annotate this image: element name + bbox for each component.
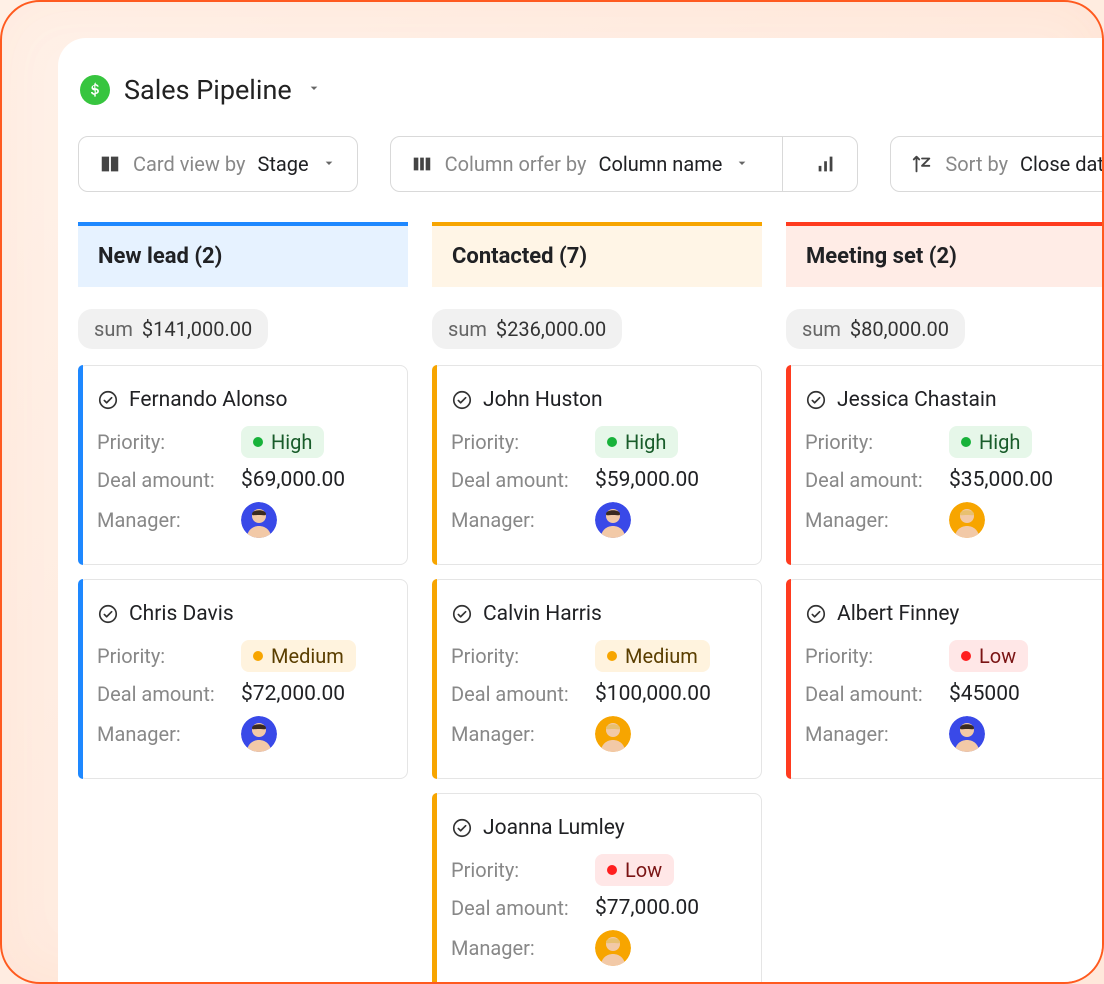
order-value: Column name [598, 152, 722, 176]
deal-amount: $69,000.00 [241, 468, 345, 492]
priority-badge: High [949, 426, 1032, 458]
card-title: Joanna Lumley [483, 816, 625, 840]
sum-pill: sum $236,000.00 [432, 309, 622, 349]
field-label-manager: Manager: [97, 508, 233, 532]
field-label-priority: Priority: [97, 430, 233, 454]
card-title: Calvin Harris [483, 602, 602, 626]
field-label-priority: Priority: [97, 644, 233, 668]
chevron-down-icon[interactable] [306, 80, 322, 100]
priority-badge: Medium [241, 640, 356, 672]
card-title: Fernando Alonso [129, 388, 287, 412]
check-circle-icon [451, 603, 473, 625]
field-label-amount: Deal amount: [805, 682, 941, 706]
app-window: Sales Pipeline Card view by Stage Column… [58, 38, 1104, 984]
card-title: Jessica Chastain [837, 388, 997, 412]
priority-badge: Low [949, 640, 1028, 672]
field-label-manager: Manager: [451, 936, 587, 960]
kanban-column: Contacted (7) sum $236,000.00 John Huston… [432, 222, 762, 984]
avatar [949, 716, 985, 752]
columns-icon [411, 153, 433, 175]
deal-amount: $35,000.00 [949, 468, 1053, 492]
field-label-manager: Manager: [97, 722, 233, 746]
field-label-priority: Priority: [451, 430, 587, 454]
priority-badge: Low [595, 854, 674, 886]
priority-badge: Medium [595, 640, 710, 672]
check-circle-icon [451, 817, 473, 839]
field-label-amount: Deal amount: [97, 468, 233, 492]
deal-card[interactable]: Chris Davis Priority: Medium Deal amount… [78, 579, 408, 779]
field-label-amount: Deal amount: [451, 896, 587, 920]
deal-amount: $77,000.00 [595, 896, 699, 920]
order-label: Column orfer by [445, 152, 587, 176]
chevron-down-icon [734, 152, 750, 176]
check-circle-icon [805, 603, 827, 625]
field-label-priority: Priority: [805, 430, 941, 454]
avatar [949, 502, 985, 538]
priority-badge: High [595, 426, 678, 458]
divider [782, 137, 783, 191]
check-circle-icon [451, 389, 473, 411]
field-label-amount: Deal amount: [451, 468, 587, 492]
field-label-priority: Priority: [805, 644, 941, 668]
deal-card[interactable]: Albert Finney Priority: Low Deal amount:… [786, 579, 1104, 779]
deal-card[interactable]: Fernando Alonso Priority: High Deal amou… [78, 365, 408, 565]
field-label-manager: Manager: [451, 722, 587, 746]
card-title: Chris Davis [129, 602, 234, 626]
card-title: John Huston [483, 388, 603, 412]
sum-pill: sum $141,000.00 [78, 309, 268, 349]
card-title: Albert Finney [837, 602, 959, 626]
deal-amount: $72,000.00 [241, 682, 345, 706]
field-label-manager: Manager: [805, 722, 941, 746]
card-view-icon [99, 153, 121, 175]
sort-value: Close date [1020, 152, 1104, 176]
column-header[interactable]: New lead (2) [78, 222, 408, 287]
check-circle-icon [97, 603, 119, 625]
view-value: Stage [257, 152, 308, 176]
column-header[interactable]: Contacted (7) [432, 222, 762, 287]
avatar [595, 716, 631, 752]
sort-az-icon [911, 153, 933, 175]
order-selector[interactable]: Column orfer by Column name [390, 136, 859, 192]
view-label: Card view by [133, 152, 245, 176]
deal-card[interactable]: John Huston Priority: High Deal amount: … [432, 365, 762, 565]
avatar [241, 716, 277, 752]
priority-badge: High [241, 426, 324, 458]
kanban-column: Meeting set (2) sum $80,000.00 Jessica Ch… [786, 222, 1104, 984]
avatar [595, 502, 631, 538]
deal-amount: $45000 [949, 682, 1020, 706]
field-label-priority: Priority: [451, 644, 587, 668]
bar-chart-icon [815, 153, 837, 175]
controls-row: Card view by Stage Column orfer by Colum… [78, 136, 1104, 192]
chart-button[interactable] [795, 139, 857, 189]
field-label-manager: Manager: [805, 508, 941, 532]
sum-pill: sum $80,000.00 [786, 309, 965, 349]
check-circle-icon [97, 389, 119, 411]
deal-card[interactable]: Calvin Harris Priority: Medium Deal amou… [432, 579, 762, 779]
page-title: Sales Pipeline [124, 74, 292, 106]
field-label-manager: Manager: [451, 508, 587, 532]
app-frame: Sales Pipeline Card view by Stage Column… [0, 0, 1104, 984]
dollar-icon [80, 75, 110, 105]
page-title-row[interactable]: Sales Pipeline [78, 74, 1104, 106]
deal-card[interactable]: Joanna Lumley Priority: Low Deal amount:… [432, 793, 762, 984]
check-circle-icon [805, 389, 827, 411]
column-header[interactable]: Meeting set (2) [786, 222, 1104, 287]
field-label-amount: Deal amount: [805, 468, 941, 492]
avatar [241, 502, 277, 538]
deal-card[interactable]: Jessica Chastain Priority: High Deal amo… [786, 365, 1104, 565]
sort-selector[interactable]: Sort by Close date [890, 136, 1104, 192]
field-label-priority: Priority: [451, 858, 587, 882]
chevron-down-icon [321, 152, 337, 176]
field-label-amount: Deal amount: [451, 682, 587, 706]
sort-label: Sort by [945, 152, 1008, 176]
avatar [595, 930, 631, 966]
kanban-board: New lead (2) sum $141,000.00 Fernando Alo… [78, 222, 1104, 984]
kanban-column: New lead (2) sum $141,000.00 Fernando Alo… [78, 222, 408, 984]
deal-amount: $59,000.00 [595, 468, 699, 492]
view-selector[interactable]: Card view by Stage [78, 136, 358, 192]
field-label-amount: Deal amount: [97, 682, 233, 706]
deal-amount: $100,000.00 [595, 682, 711, 706]
